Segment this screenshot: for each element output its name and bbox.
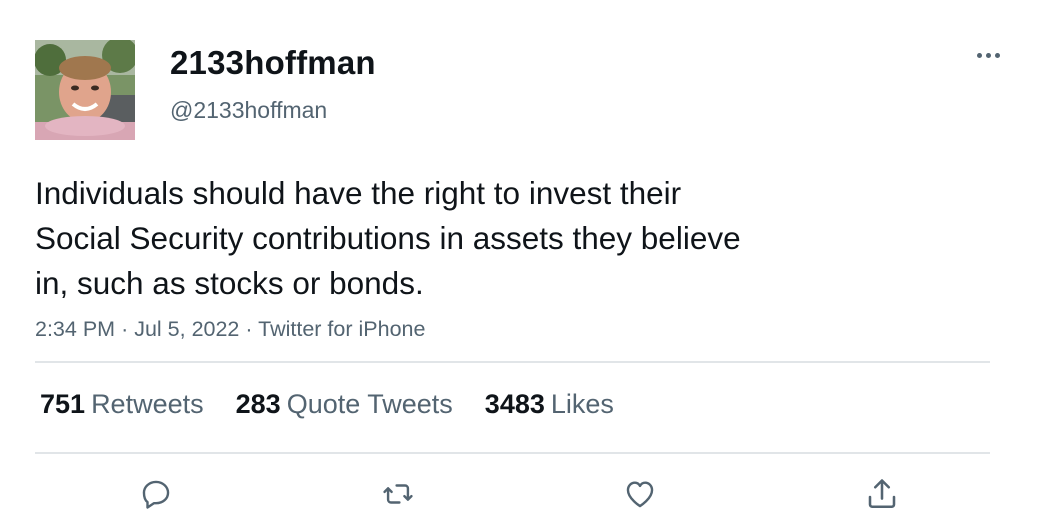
display-name[interactable]: 2133hoffman: [170, 44, 376, 82]
tweet-time[interactable]: 2:34 PM: [35, 317, 115, 341]
more-dot: [994, 52, 1000, 58]
reply-icon: [142, 480, 170, 509]
user-handle[interactable]: @2133hoffman: [170, 96, 327, 124]
tweet-text-line: Social Security contributions in assets …: [35, 220, 741, 256]
quote-tweets-label: Quote Tweets: [286, 389, 453, 419]
heart-icon: [626, 481, 654, 508]
share-icon: [868, 479, 896, 509]
avatar[interactable]: [35, 40, 135, 140]
tweet-date[interactable]: Jul 5, 2022: [134, 317, 239, 341]
tweet-text: Individuals should have the right to inv…: [35, 171, 865, 306]
tweet-meta: 2:34 PM · Jul 5, 2022 · Twitter for iPho…: [35, 315, 425, 343]
share-button[interactable]: [860, 472, 904, 516]
tweet-source[interactable]: Twitter for iPhone: [258, 317, 425, 341]
like-button[interactable]: [618, 472, 662, 516]
meta-separator: ·: [121, 317, 135, 341]
more-horizontal-icon: [976, 52, 982, 58]
retweets-label: Retweets: [91, 389, 204, 419]
divider: [35, 361, 990, 363]
tweet-stats: 751 Retweets 283 Quote Tweets 3483 Likes: [40, 386, 646, 422]
more-options-button[interactable]: [968, 40, 1008, 70]
retweet-button[interactable]: [376, 472, 420, 516]
tweet-detail: 2133hoffman @2133hoffman Individuals sho…: [0, 0, 1050, 525]
likes-count: 3483: [484, 389, 545, 419]
retweet-icon: [383, 484, 413, 504]
tweet-text-line: in, such as stocks or bonds.: [35, 265, 424, 301]
meta-separator: ·: [245, 317, 259, 341]
quote-tweets-count: 283: [235, 389, 281, 419]
tweet-text-line: Individuals should have the right to inv…: [35, 175, 682, 211]
retweets-count: 751: [40, 389, 86, 419]
tweet-actions: [35, 472, 990, 517]
likes-label: Likes: [550, 389, 614, 419]
quote-tweets-stat[interactable]: 283 Quote Tweets: [236, 386, 453, 422]
divider: [35, 452, 990, 454]
reply-button[interactable]: [134, 472, 178, 516]
likes-stat[interactable]: 3483 Likes: [485, 386, 614, 422]
more-dot: [985, 52, 991, 58]
retweets-stat[interactable]: 751 Retweets: [40, 386, 204, 422]
